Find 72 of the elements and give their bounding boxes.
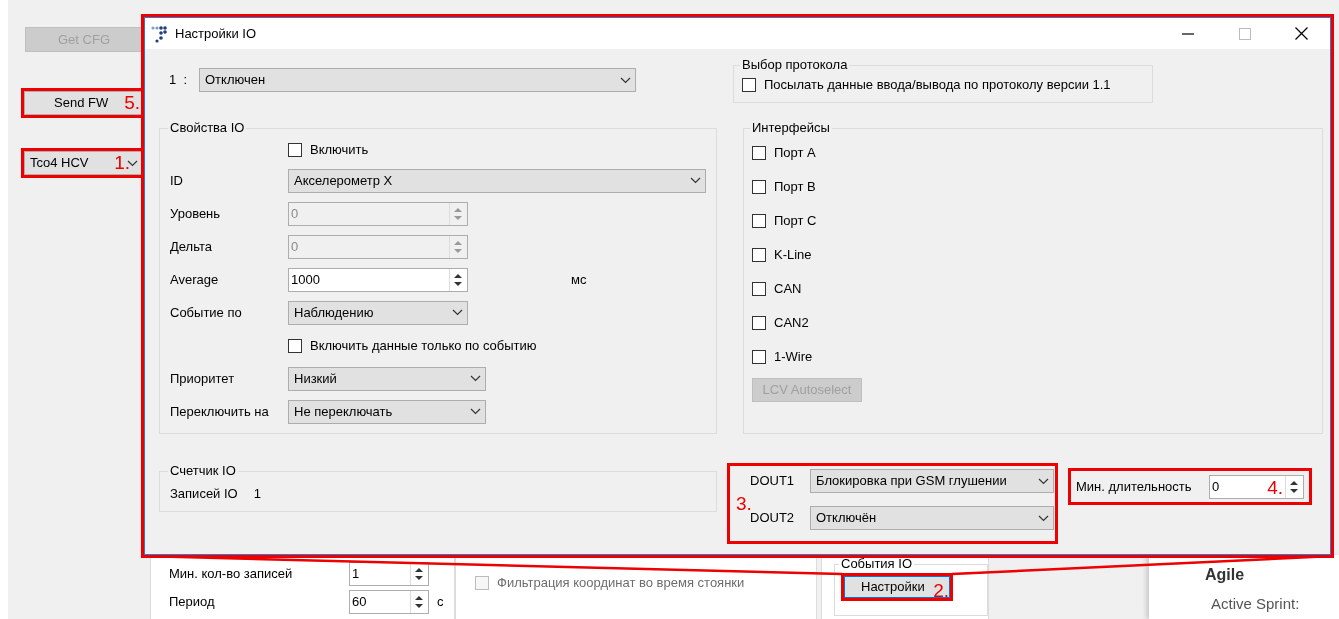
spin-field[interactable]: 1000 bbox=[288, 267, 468, 292]
checkbox-label: CAN bbox=[774, 280, 802, 299]
group-title: Выбор протокола bbox=[741, 57, 849, 73]
annotation-number: 1. bbox=[114, 153, 130, 172]
checkbox[interactable] bbox=[752, 282, 766, 296]
chevron-icon bbox=[1038, 514, 1049, 522]
annotation-number: 3. bbox=[736, 494, 752, 513]
field-label: Событие по bbox=[170, 303, 243, 322]
group-title: Интерфейсы bbox=[751, 120, 831, 136]
unit-label: с bbox=[437, 593, 444, 612]
checkbox[interactable] bbox=[752, 248, 766, 262]
checkbox-label: 1-Wire bbox=[774, 348, 813, 367]
group-title: Свойства IO bbox=[169, 120, 246, 136]
checkbox-label: Включить данные только по событию bbox=[310, 336, 537, 355]
checkbox-label: Включить bbox=[310, 141, 369, 160]
dropdown[interactable]: Отключен bbox=[199, 68, 636, 92]
dropdown[interactable]: Отключён bbox=[810, 506, 1054, 530]
chevron-icon bbox=[470, 375, 481, 382]
field-value: 1 bbox=[253, 485, 261, 503]
checkbox[interactable] bbox=[752, 316, 766, 330]
checkbox-label: CAN2 bbox=[774, 314, 809, 333]
field-label: Приоритет bbox=[170, 369, 236, 388]
dropdown[interactable]: Не переключать bbox=[288, 399, 486, 424]
field-label: Уровень bbox=[170, 204, 222, 223]
checkbox[interactable] bbox=[288, 338, 302, 353]
minimize-icon bbox=[1181, 32, 1194, 35]
field-label: Мин. кол-во записей bbox=[169, 565, 294, 584]
annotation-number: 2. bbox=[933, 581, 949, 600]
annotation-number: 5. bbox=[124, 93, 140, 112]
field-label: DOUT1 bbox=[750, 472, 796, 491]
group-title: Счетчик IO bbox=[169, 463, 237, 479]
chevron-icon bbox=[1038, 477, 1049, 485]
field-label: Переключить на bbox=[170, 402, 270, 421]
chevron-icon bbox=[620, 76, 631, 84]
annotation-number: 4. bbox=[1267, 478, 1283, 497]
field-label: ID bbox=[170, 171, 184, 190]
chevron-icon bbox=[127, 159, 138, 167]
chevron-icon bbox=[452, 309, 463, 316]
field-label: Период bbox=[169, 593, 216, 612]
checkbox-label: Порт A bbox=[774, 144, 816, 163]
checkbox[interactable] bbox=[752, 180, 766, 194]
field-label: Записей IO bbox=[170, 485, 238, 503]
spin-field[interactable]: 1 bbox=[349, 562, 429, 586]
close-icon bbox=[1295, 27, 1308, 40]
maximize-icon bbox=[1238, 27, 1251, 40]
checkbox[interactable] bbox=[752, 214, 766, 228]
chevron-icon bbox=[470, 408, 481, 415]
group-title: События IO bbox=[840, 556, 913, 572]
checkbox-label: Порт B bbox=[774, 178, 816, 197]
field-label: Average bbox=[170, 270, 220, 289]
dropdown[interactable]: Низкий bbox=[288, 366, 486, 391]
sprint-label: Active Sprint: bbox=[1211, 595, 1301, 612]
field-label: DOUT2 bbox=[750, 510, 796, 528]
checkbox[interactable] bbox=[288, 143, 302, 157]
checkbox[interactable] bbox=[752, 350, 766, 364]
checkbox-label: K-Line bbox=[774, 246, 812, 265]
unit-label: мс bbox=[571, 270, 587, 289]
checkbox-label: Фильтрация координат во время стоянки bbox=[497, 574, 745, 592]
checkbox[interactable] bbox=[752, 146, 766, 160]
field-label: 1 : bbox=[169, 71, 189, 90]
checkbox[interactable] bbox=[742, 77, 756, 92]
dropdown[interactable]: Акселерометр X bbox=[288, 168, 706, 193]
dropdown[interactable]: Блокировка при GSM глушении bbox=[810, 469, 1054, 493]
chevron-icon bbox=[690, 177, 701, 184]
dropdown[interactable]: Наблюдению bbox=[288, 300, 468, 325]
spin-field[interactable]: 60 bbox=[349, 590, 429, 614]
field-label: Дельта bbox=[170, 237, 213, 256]
field-label: Мин. длительность bbox=[1076, 477, 1193, 496]
checkbox-label: Посылать данные ввода/вывода по протоколу версии 1.1 bbox=[764, 76, 1111, 94]
section-title: Agile bbox=[1205, 565, 1246, 585]
checkbox-label: Порт C bbox=[774, 212, 817, 231]
window-title: Настройки IO bbox=[175, 24, 258, 43]
